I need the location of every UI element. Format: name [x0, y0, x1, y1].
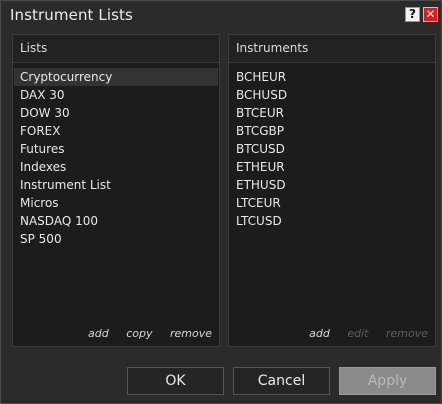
- ok-button[interactable]: OK: [127, 367, 224, 395]
- list-item-instrument-list[interactable]: Instrument List: [14, 176, 218, 194]
- list-item-sp-500[interactable]: SP 500: [14, 230, 218, 248]
- window-title: Instrument Lists: [10, 6, 133, 24]
- instruments-add-link[interactable]: add: [309, 327, 330, 340]
- lists-header-label: Lists: [20, 41, 48, 55]
- list-item-dow-30[interactable]: DOW 30: [14, 104, 218, 122]
- help-button[interactable]: ?: [405, 7, 420, 22]
- instrument-item-bcheur[interactable]: BCHEUR: [230, 68, 434, 86]
- title-bar[interactable]: Instrument Lists ? ✕: [1, 1, 441, 29]
- list-item-micros[interactable]: Micros: [14, 194, 218, 212]
- list-item-indexes[interactable]: Indexes: [14, 158, 218, 176]
- apply-button: Apply: [339, 367, 436, 395]
- list-item-cryptocurrency[interactable]: Cryptocurrency: [14, 68, 218, 86]
- instrument-item-bchusd[interactable]: BCHUSD: [230, 86, 434, 104]
- instruments-header-label: Instruments: [236, 41, 309, 55]
- instruments-panel: Instruments BCHEUR BCHUSD BTCEUR BTCGBP …: [228, 34, 436, 347]
- close-button[interactable]: ✕: [423, 7, 438, 22]
- lists-add-link[interactable]: add: [88, 327, 109, 340]
- lists-remove-link[interactable]: remove: [170, 327, 212, 340]
- instrument-item-ltceur[interactable]: LTCEUR: [230, 194, 434, 212]
- lists-panel-header: Lists: [13, 35, 219, 63]
- cancel-button[interactable]: Cancel: [233, 367, 330, 395]
- instrument-item-etheur[interactable]: ETHEUR: [230, 158, 434, 176]
- lists-copy-link[interactable]: copy: [126, 327, 152, 340]
- instrument-item-btceur[interactable]: BTCEUR: [230, 104, 434, 122]
- instrument-item-ltcusd[interactable]: LTCUSD: [230, 212, 434, 230]
- instruments-remove-link: remove: [385, 327, 428, 340]
- instruments-panel-header: Instruments: [229, 35, 435, 63]
- lists-list: Cryptocurrency DAX 30 DOW 30 FOREX Futur…: [14, 68, 218, 248]
- instrument-item-ethusd[interactable]: ETHUSD: [230, 176, 434, 194]
- list-item-dax-30[interactable]: DAX 30: [14, 86, 218, 104]
- list-item-nasdaq-100[interactable]: NASDAQ 100: [14, 212, 218, 230]
- instrument-item-btcusd[interactable]: BTCUSD: [230, 140, 434, 158]
- lists-actions: add copy remove: [74, 327, 212, 340]
- list-item-forex[interactable]: FOREX: [14, 122, 218, 140]
- instruments-edit-link: edit: [347, 327, 369, 340]
- list-item-futures[interactable]: Futures: [14, 140, 218, 158]
- instruments-list: BCHEUR BCHUSD BTCEUR BTCGBP BTCUSD ETHEU…: [230, 68, 434, 230]
- lists-panel: Lists Cryptocurrency DAX 30 DOW 30 FOREX…: [12, 34, 220, 347]
- instruments-actions: add edit remove: [295, 327, 428, 340]
- instrument-item-btcgbp[interactable]: BTCGBP: [230, 122, 434, 140]
- instrument-lists-dialog: Instrument Lists ? ✕ Lists Cryptocurrenc…: [0, 0, 442, 404]
